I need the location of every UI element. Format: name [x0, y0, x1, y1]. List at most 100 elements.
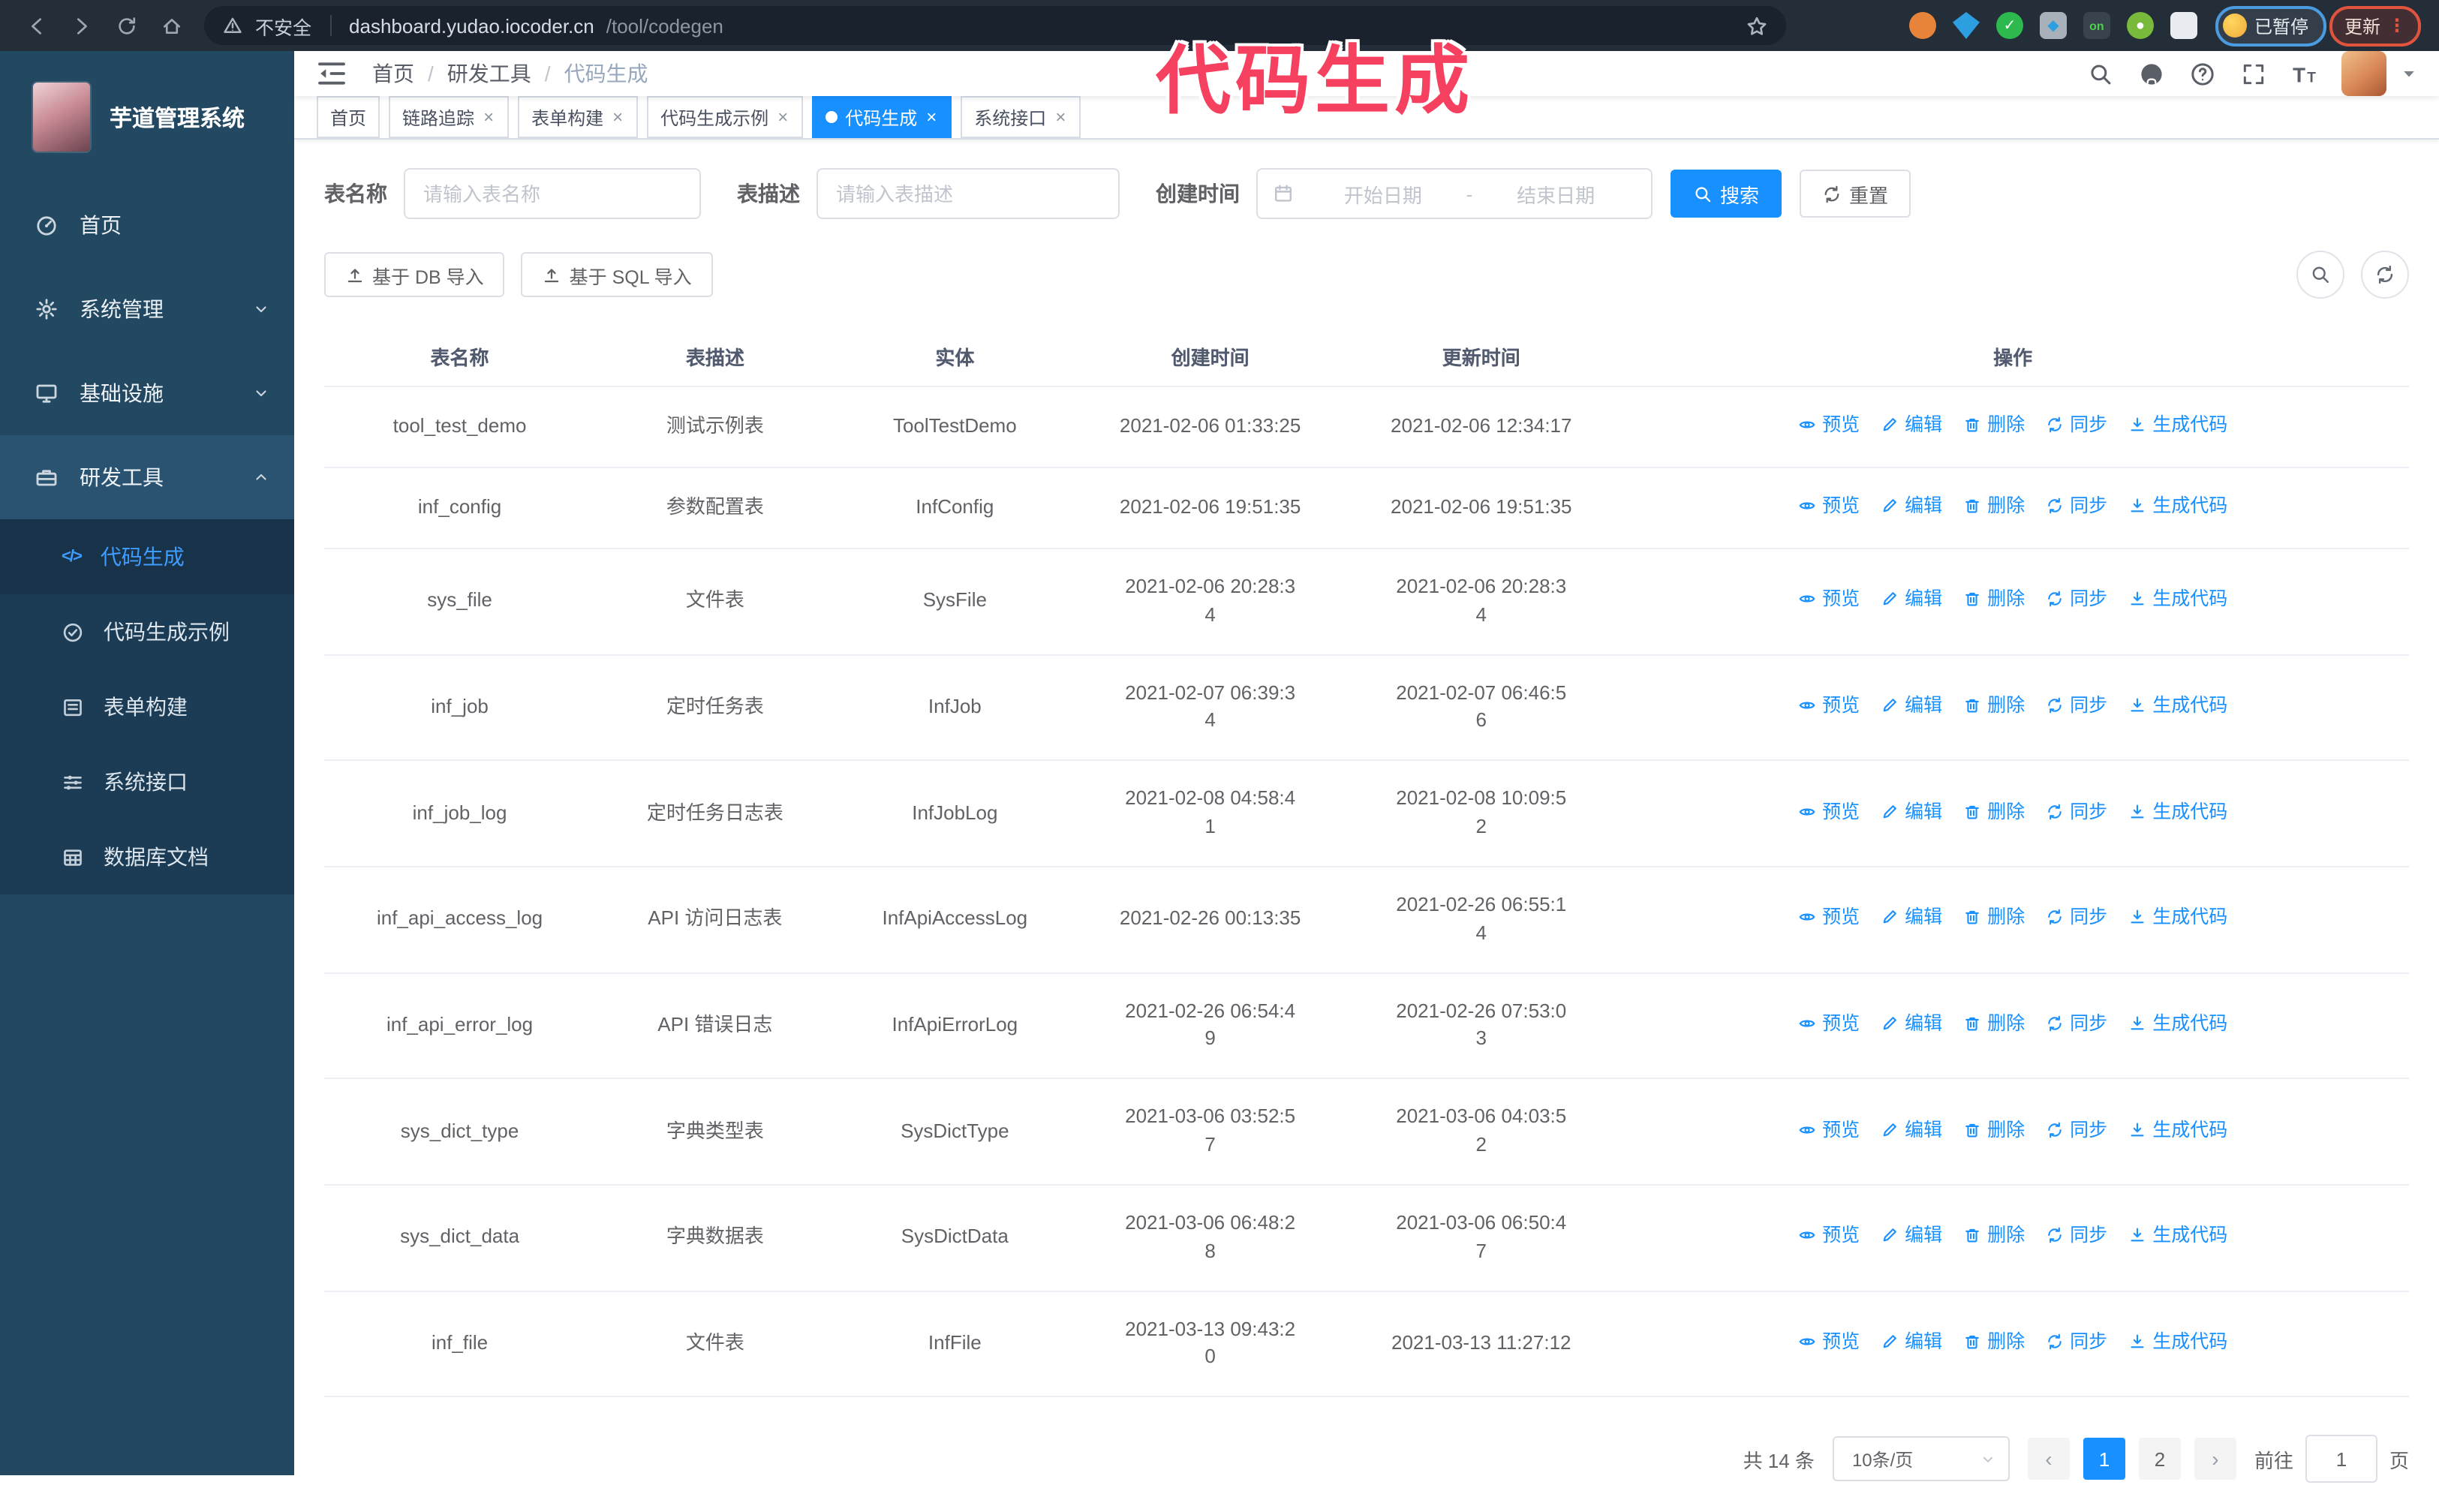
paused-badge[interactable]: 已暂停: [2215, 5, 2326, 46]
action-preview[interactable]: 预览: [1798, 411, 1860, 438]
action-preview[interactable]: 预览: [1798, 1328, 1860, 1355]
bookmark-star-icon[interactable]: [1746, 14, 1768, 37]
close-icon[interactable]: ×: [776, 108, 789, 126]
action-sync[interactable]: 同步: [2046, 798, 2107, 825]
back-button[interactable]: [15, 6, 57, 45]
close-icon[interactable]: ×: [611, 108, 624, 126]
tab-3[interactable]: 代码生成示例 ×: [647, 96, 804, 138]
action-generate[interactable]: 生成代码: [2128, 692, 2227, 719]
action-sync[interactable]: 同步: [2046, 1010, 2107, 1037]
start-date-placeholder[interactable]: 开始日期: [1303, 179, 1463, 208]
fullscreen-icon[interactable]: [2230, 51, 2275, 96]
sidebar-item-codegen[interactable]: </> 代码生成: [0, 519, 294, 594]
action-edit[interactable]: 编辑: [1881, 798, 1942, 825]
action-generate[interactable]: 生成代码: [2128, 1222, 2227, 1249]
action-preview[interactable]: 预览: [1798, 692, 1860, 719]
orange-extension-icon[interactable]: [1908, 12, 1936, 39]
green-person-extension-icon[interactable]: ●: [2126, 12, 2154, 39]
help-icon[interactable]: [2179, 51, 2224, 96]
close-icon[interactable]: ×: [482, 108, 495, 126]
action-sync[interactable]: 同步: [2046, 411, 2107, 438]
action-delete[interactable]: 删除: [1963, 1222, 2025, 1249]
forward-button[interactable]: [60, 6, 102, 45]
sidebar-item-system-api[interactable]: 系统接口: [0, 744, 294, 819]
import-sql-button[interactable]: 基于 SQL 导入: [521, 252, 713, 297]
sidebar-collapse-icon[interactable]: [315, 57, 348, 90]
update-button[interactable]: 更新 ⋮: [2329, 5, 2421, 46]
action-edit[interactable]: 编辑: [1881, 411, 1942, 438]
close-icon[interactable]: ×: [925, 108, 938, 126]
toggle-search-button[interactable]: [2296, 251, 2344, 299]
action-delete[interactable]: 删除: [1963, 692, 2025, 719]
sidebar-item-codegen-demo[interactable]: 代码生成示例: [0, 594, 294, 669]
tab-1[interactable]: 链路追踪 ×: [389, 96, 510, 138]
close-icon[interactable]: ×: [1054, 108, 1067, 126]
home-button[interactable]: [150, 6, 192, 45]
action-sync[interactable]: 同步: [2046, 1116, 2107, 1143]
action-generate[interactable]: 生成代码: [2128, 1116, 2227, 1143]
action-preview[interactable]: 预览: [1798, 1010, 1860, 1037]
action-sync[interactable]: 同步: [2046, 904, 2107, 931]
action-generate[interactable]: 生成代码: [2128, 1010, 2227, 1037]
action-sync[interactable]: 同步: [2046, 492, 2107, 519]
sidebar-item-system[interactable]: 系统管理: [0, 267, 294, 351]
gray-grid-extension-icon[interactable]: ◆: [2039, 12, 2067, 39]
white-puzzle-extension-icon[interactable]: [2170, 12, 2197, 39]
date-range-picker[interactable]: 开始日期 - 结束日期: [1256, 168, 1653, 219]
action-delete[interactable]: 删除: [1963, 1328, 2025, 1355]
action-edit[interactable]: 编辑: [1881, 1010, 1942, 1037]
avatar[interactable]: [2341, 51, 2386, 96]
tab-0[interactable]: 首页: [317, 96, 380, 138]
sidebar-item-form-builder[interactable]: 表单构建: [0, 669, 294, 744]
action-delete[interactable]: 删除: [1963, 585, 2025, 612]
page-button-1[interactable]: 1: [2083, 1438, 2125, 1480]
breadcrumb-item[interactable]: 首页: [372, 59, 414, 89]
action-preview[interactable]: 预览: [1798, 904, 1860, 931]
action-generate[interactable]: 生成代码: [2128, 411, 2227, 438]
action-edit[interactable]: 编辑: [1881, 692, 1942, 719]
page-button-2[interactable]: 2: [2138, 1438, 2181, 1480]
end-date-placeholder[interactable]: 结束日期: [1475, 179, 1636, 208]
action-preview[interactable]: 预览: [1798, 798, 1860, 825]
sidebar-item-devtools[interactable]: 研发工具: [0, 435, 294, 519]
action-preview[interactable]: 预览: [1798, 585, 1860, 612]
action-generate[interactable]: 生成代码: [2128, 904, 2227, 931]
refresh-table-button[interactable]: [2361, 251, 2409, 299]
action-delete[interactable]: 删除: [1963, 492, 2025, 519]
reload-button[interactable]: [105, 6, 147, 45]
action-preview[interactable]: 预览: [1798, 492, 1860, 519]
sidebar-item-db-doc[interactable]: 数据库文档: [0, 819, 294, 894]
green-check-extension-icon[interactable]: ✓: [1995, 12, 2023, 39]
address-bar[interactable]: 不安全 dashboard.yudao.iocoder.cn/tool/code…: [204, 6, 1786, 45]
action-generate[interactable]: 生成代码: [2128, 492, 2227, 519]
action-edit[interactable]: 编辑: [1881, 492, 1942, 519]
sidebar-item-infra[interactable]: 基础设施: [0, 351, 294, 435]
action-delete[interactable]: 删除: [1963, 411, 2025, 438]
action-sync[interactable]: 同步: [2046, 1222, 2107, 1249]
caret-down-icon[interactable]: [2400, 65, 2418, 83]
goto-page-input[interactable]: [2305, 1435, 2377, 1483]
next-page-button[interactable]: ›: [2194, 1438, 2236, 1480]
logo-row[interactable]: 芋道管理系统: [0, 51, 294, 183]
action-sync[interactable]: 同步: [2046, 692, 2107, 719]
action-delete[interactable]: 删除: [1963, 1116, 2025, 1143]
action-edit[interactable]: 编辑: [1881, 904, 1942, 931]
action-delete[interactable]: 删除: [1963, 904, 2025, 931]
action-delete[interactable]: 删除: [1963, 1010, 2025, 1037]
kebab-menu-icon[interactable]: ⋮: [2388, 15, 2406, 36]
import-db-button[interactable]: 基于 DB 导入: [324, 252, 505, 297]
table-desc-input[interactable]: [817, 168, 1120, 219]
action-generate[interactable]: 生成代码: [2128, 798, 2227, 825]
tab-4[interactable]: 代码生成 ×: [812, 96, 952, 138]
tab-2[interactable]: 表单构建 ×: [518, 96, 639, 138]
action-edit[interactable]: 编辑: [1881, 1328, 1942, 1355]
blue-gem-extension-icon[interactable]: [1952, 12, 1980, 39]
sidebar-item-home[interactable]: 首页: [0, 183, 294, 267]
action-delete[interactable]: 删除: [1963, 798, 2025, 825]
action-preview[interactable]: 预览: [1798, 1116, 1860, 1143]
action-sync[interactable]: 同步: [2046, 1328, 2107, 1355]
action-generate[interactable]: 生成代码: [2128, 1328, 2227, 1355]
font-size-icon[interactable]: TT: [2281, 51, 2326, 96]
dark-on-extension-icon[interactable]: on: [2083, 12, 2110, 39]
action-generate[interactable]: 生成代码: [2128, 585, 2227, 612]
